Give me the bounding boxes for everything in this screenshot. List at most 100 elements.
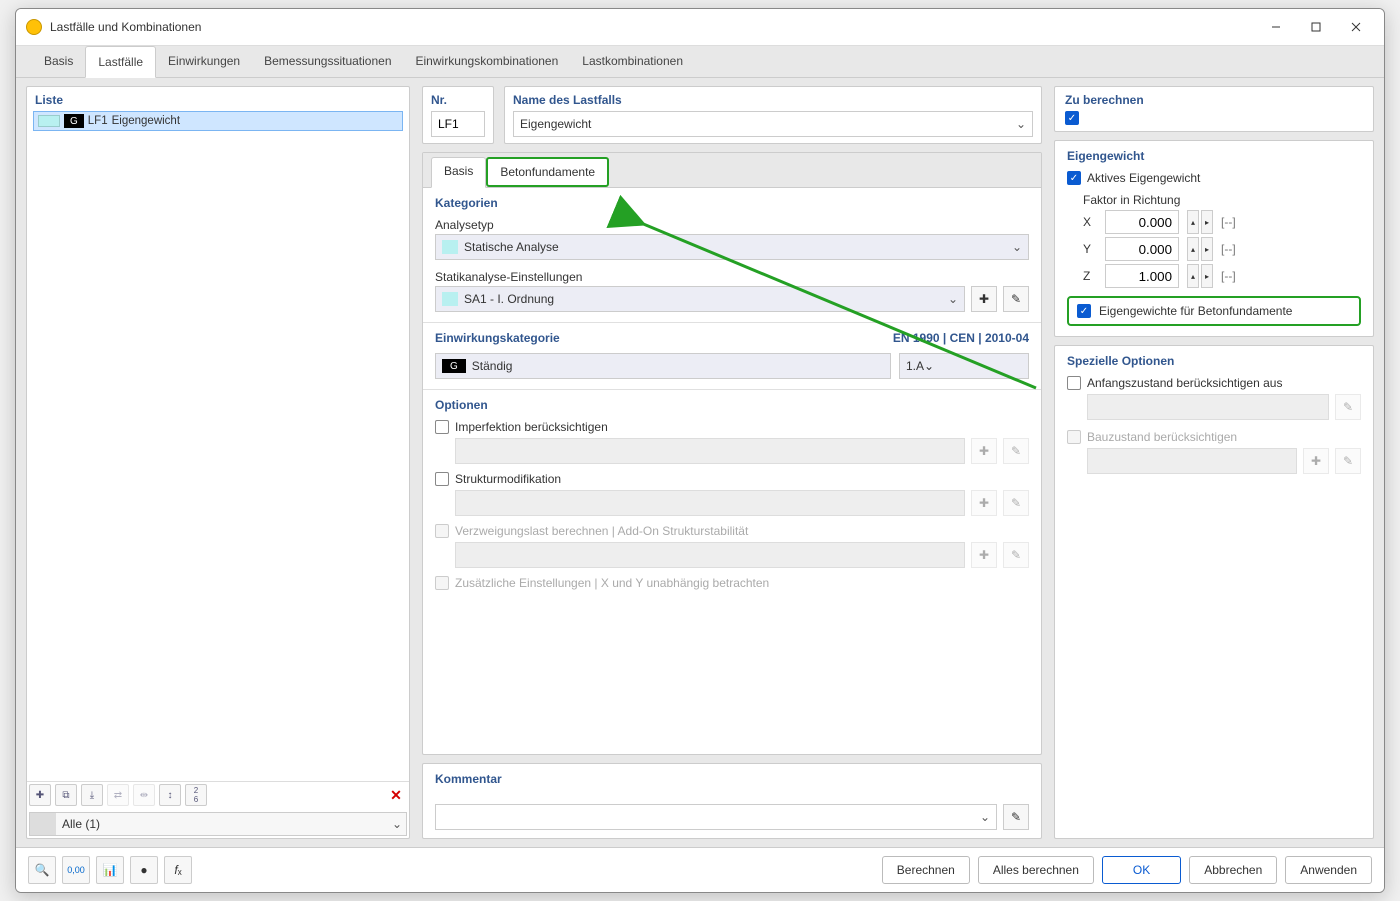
einwirkung-title: Einwirkungskategorie [435, 331, 560, 345]
subtab-strip: Basis Betonfundamente [423, 153, 1041, 188]
kommentar-edit-icon[interactable]: ✎ [1003, 804, 1029, 830]
z-input[interactable] [1105, 264, 1179, 288]
step-icon[interactable]: ▸ [1201, 237, 1213, 261]
tab-einwirkungen[interactable]: Einwirkungen [156, 46, 252, 77]
imperfektion-checkbox[interactable] [435, 420, 449, 434]
step-icon[interactable]: ▸ [1201, 210, 1213, 234]
chevron-down-icon: ⌄ [1016, 117, 1026, 131]
unit-label: [--] [1221, 242, 1236, 256]
fundamente-checkbox[interactable] [1077, 304, 1091, 318]
minimize-button[interactable] [1258, 15, 1294, 39]
anfang-label: Anfangszustand berücksichtigen aus [1087, 376, 1282, 390]
name-label: Name des Lastfalls [513, 93, 1033, 107]
list-title: Liste [27, 87, 409, 111]
strukturmod-field [455, 490, 965, 516]
kategorien-title: Kategorien [435, 196, 1029, 210]
type-swatch [442, 240, 458, 254]
zuberechnen-checkbox[interactable] [1065, 111, 1079, 125]
maximize-button[interactable] [1298, 15, 1334, 39]
link-icon[interactable]: ⇄ [107, 784, 129, 806]
script-icon[interactable]: fₓ [164, 856, 192, 884]
standard-label: EN 1990 | CEN | 2010-04 [893, 331, 1029, 345]
category-code: G [442, 359, 466, 373]
analysetyp-select[interactable]: Statische Analyse ⌄ [435, 234, 1029, 260]
name-dropdown[interactable]: Eigengewicht ⌄ [513, 111, 1033, 137]
y-input[interactable] [1105, 237, 1179, 261]
units-icon[interactable]: 0,00 [62, 856, 90, 884]
spinner-up-icon[interactable]: ▴ [1187, 264, 1199, 288]
color-swatch [38, 115, 60, 127]
statik-select[interactable]: SA1 - I. Ordnung ⌄ [435, 286, 965, 312]
unlink-icon[interactable]: ⇹ [133, 784, 155, 806]
analysetyp-label: Analysetyp [435, 218, 1029, 232]
imperfektion-field [455, 438, 965, 464]
subcategory-value: 1.A [906, 359, 924, 373]
edit-icon: ✎ [1003, 438, 1029, 464]
verzweigung-field [455, 542, 965, 568]
close-button[interactable] [1338, 15, 1374, 39]
alles-berechnen-button[interactable]: Alles berechnen [978, 856, 1094, 884]
type-swatch [442, 292, 458, 306]
edit-settings-icon[interactable]: ✎ [1003, 286, 1029, 312]
insert-icon[interactable]: ⤓ [81, 784, 103, 806]
details-icon[interactable]: 📊 [96, 856, 124, 884]
verzweigung-checkbox [435, 524, 449, 538]
y-label: Y [1083, 242, 1097, 256]
list-toolbar: ✚ ⧉ ⤓ ⇄ ⇹ ↕ 26 ✕ [27, 781, 409, 808]
strukturmod-checkbox[interactable] [435, 472, 449, 486]
step-icon[interactable]: ▸ [1201, 264, 1213, 288]
copy-icon[interactable]: ⧉ [55, 784, 77, 806]
tab-lastfaelle[interactable]: Lastfälle [85, 46, 156, 78]
statik-label: Statikanalyse-Einstellungen [435, 270, 1029, 284]
zuberechnen-label: Zu berechnen [1065, 93, 1363, 107]
chevron-down-icon: ⌄ [1012, 240, 1022, 254]
tab-einwirkkomb[interactable]: Einwirkungskombinationen [404, 46, 571, 77]
category-select[interactable]: G Ständig [435, 353, 891, 379]
chevron-down-icon: ⌄ [980, 810, 990, 824]
delete-icon[interactable]: ✕ [385, 784, 407, 806]
subtab-basis[interactable]: Basis [431, 157, 486, 188]
nr-label: Nr. [431, 93, 485, 107]
ok-button[interactable]: OK [1102, 856, 1181, 884]
eigengewicht-title: Eigengewicht [1067, 149, 1361, 163]
window-title: Lastfälle und Kombinationen [50, 20, 1258, 34]
spinner-up-icon[interactable]: ▴ [1187, 210, 1199, 234]
unit-label: [--] [1221, 269, 1236, 283]
list-item[interactable]: G LF1 Eigengewicht [33, 111, 403, 131]
anwenden-button[interactable]: Anwenden [1285, 856, 1372, 884]
unit-label: [--] [1221, 215, 1236, 229]
tab-bemessung[interactable]: Bemessungssituationen [252, 46, 403, 77]
subtab-betonfundamente[interactable]: Betonfundamente [486, 157, 609, 187]
category-name: Ständig [472, 359, 513, 373]
tab-lastkomb[interactable]: Lastkombinationen [570, 46, 695, 77]
record-icon[interactable]: ● [130, 856, 158, 884]
dialog-window: Lastfälle und Kombinationen Basis Lastfä… [15, 8, 1385, 893]
new-icon: ✚ [971, 490, 997, 516]
filter-combo[interactable]: Alle (1) ⌄ [29, 812, 407, 836]
new-icon: ✚ [971, 542, 997, 568]
help-icon[interactable]: 🔍 [28, 856, 56, 884]
category-chip: G [64, 114, 84, 128]
abbrechen-button[interactable]: Abbrechen [1189, 856, 1277, 884]
strukturmod-label: Strukturmodifikation [455, 472, 561, 486]
aktiv-checkbox[interactable] [1067, 171, 1081, 185]
sort-icon[interactable]: 26 [185, 784, 207, 806]
renumber-icon[interactable]: ↕ [159, 784, 181, 806]
bau-checkbox [1067, 430, 1081, 444]
nr-input[interactable] [431, 111, 485, 137]
tab-basis[interactable]: Basis [32, 46, 85, 77]
kommentar-input[interactable]: ⌄ [435, 804, 997, 830]
imperfektion-label: Imperfektion berücksichtigen [455, 420, 608, 434]
new-icon[interactable]: ✚ [29, 784, 51, 806]
subcategory-select[interactable]: 1.A ⌄ [899, 353, 1029, 379]
anfang-checkbox[interactable] [1067, 376, 1081, 390]
verzweigung-label: Verzweigungslast berechnen | Add-On Stru… [455, 524, 748, 538]
new-icon: ✚ [1303, 448, 1329, 474]
spinner-up-icon[interactable]: ▴ [1187, 237, 1199, 261]
berechnen-button[interactable]: Berechnen [882, 856, 970, 884]
x-input[interactable] [1105, 210, 1179, 234]
chevron-down-icon: ⌄ [924, 359, 934, 373]
new-settings-icon[interactable]: ✚ [971, 286, 997, 312]
chevron-down-icon: ⌄ [388, 817, 406, 831]
edit-icon: ✎ [1003, 490, 1029, 516]
